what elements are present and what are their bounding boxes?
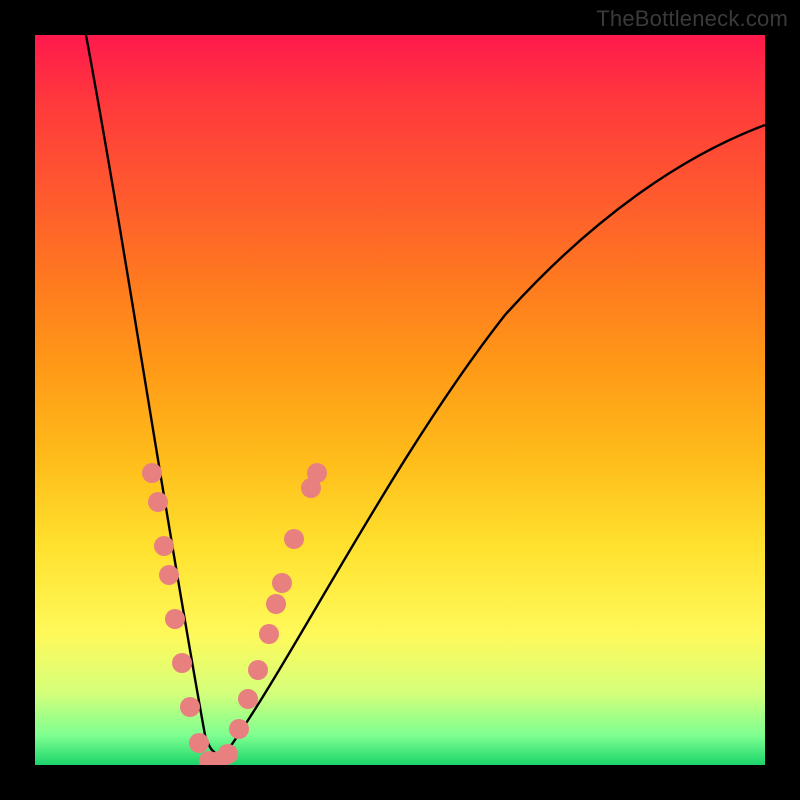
marker-dot [229, 719, 249, 739]
plot-area [35, 35, 765, 765]
marker-dot [266, 594, 286, 614]
marker-dot [189, 733, 209, 753]
curve-layer [35, 35, 765, 765]
marker-dot [148, 492, 168, 512]
marker-dot [272, 573, 292, 593]
marker-dot [284, 529, 304, 549]
marker-dot [165, 609, 185, 629]
chart-frame: TheBottleneck.com [0, 0, 800, 800]
marker-dot [180, 697, 200, 717]
marker-dot [238, 689, 258, 709]
marker-dot [154, 536, 174, 556]
watermark-text: TheBottleneck.com [596, 6, 788, 32]
marker-dot [259, 624, 279, 644]
bottleneck-curve [86, 35, 765, 754]
marker-dot [142, 463, 162, 483]
marker-dot [218, 744, 238, 764]
marker-dot [307, 463, 327, 483]
marker-dot [172, 653, 192, 673]
marker-dot [159, 565, 179, 585]
marker-dot [248, 660, 268, 680]
